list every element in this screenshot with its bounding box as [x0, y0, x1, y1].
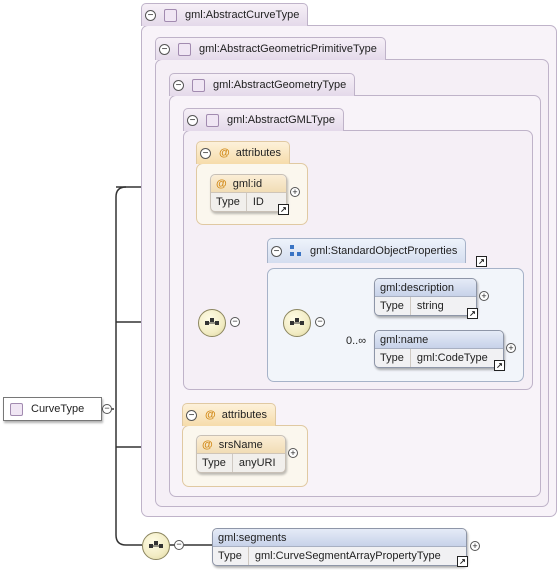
- collapse-icon[interactable]: −: [230, 317, 240, 327]
- type-label: Type: [380, 349, 411, 367]
- base-type-label: gml:AbstractCurveType: [185, 9, 300, 21]
- attribute-gml-id[interactable]: @ gml:id Type ID: [210, 174, 287, 212]
- collapse-icon[interactable]: −: [271, 245, 282, 257]
- link-arrow-icon[interactable]: ↗: [278, 204, 289, 215]
- group-icon: [290, 245, 301, 256]
- attribute-at-icon: @: [202, 438, 213, 451]
- type-label: Type: [202, 454, 233, 472]
- collapse-icon[interactable]: −: [200, 147, 211, 159]
- link-arrow-icon[interactable]: ↗: [457, 556, 468, 567]
- base-type-label: gml:AbstractGeometricPrimitiveType: [199, 43, 377, 55]
- expand-icon[interactable]: +: [479, 291, 489, 301]
- root-type-curve-type[interactable]: CurveType: [3, 397, 102, 421]
- attribute-type: ID: [252, 196, 264, 208]
- collapse-icon[interactable]: −: [173, 79, 184, 91]
- element-gml-name[interactable]: gml:name Type gml:CodeType: [374, 330, 504, 368]
- attribute-name: gml:id: [232, 177, 263, 190]
- sequence-glyph: [290, 318, 304, 325]
- base-type-tab-abstract-curve[interactable]: − gml:AbstractCurveType: [141, 3, 309, 26]
- element-gml-description[interactable]: gml:description Type string: [374, 278, 477, 316]
- sequence-icon: [198, 309, 226, 337]
- link-arrow-icon[interactable]: ↗: [476, 256, 487, 267]
- element-type: gml:CodeType: [416, 352, 488, 364]
- attributes-tab[interactable]: − @ attributes: [182, 403, 276, 426]
- attribute-at-icon: @: [219, 147, 230, 159]
- expand-icon[interactable]: +: [470, 541, 480, 551]
- base-type-label: gml:AbstractGeometryType: [213, 79, 347, 91]
- base-type-tab-abstract-gml[interactable]: − gml:AbstractGMLType: [183, 108, 344, 131]
- sequence-glyph: [205, 318, 219, 325]
- element-name: gml:description: [380, 281, 454, 294]
- collapse-icon[interactable]: −: [187, 114, 198, 126]
- expand-icon[interactable]: +: [290, 187, 300, 197]
- type-label: Type: [380, 297, 411, 315]
- complex-type-icon: [178, 42, 191, 56]
- attribute-at-icon: @: [205, 409, 216, 421]
- collapse-icon[interactable]: −: [159, 43, 170, 55]
- element-type: string: [416, 300, 444, 312]
- type-label: Type: [216, 193, 247, 211]
- complex-type-icon: [206, 113, 219, 127]
- link-arrow-icon[interactable]: ↗: [467, 308, 478, 319]
- attribute-srs-name[interactable]: @ srsName Type anyURI: [196, 435, 286, 473]
- attribute-at-icon: @: [216, 177, 227, 190]
- group-tab-standard-object-properties[interactable]: − gml:StandardObjectProperties: [267, 238, 467, 263]
- expand-icon[interactable]: +: [506, 343, 516, 353]
- sequence-glyph: [149, 541, 163, 548]
- collapse-icon[interactable]: −: [315, 317, 325, 327]
- root-label: CurveType: [31, 403, 85, 415]
- attribute-type: anyURI: [238, 457, 276, 469]
- base-type-tab-abstract-geometric-primitive[interactable]: − gml:AbstractGeometricPrimitiveType: [155, 37, 386, 60]
- collapse-icon[interactable]: −: [145, 9, 156, 21]
- attributes-label: attributes: [221, 409, 267, 421]
- expand-icon[interactable]: +: [288, 448, 298, 458]
- occurrence-label: 0..∞: [346, 335, 367, 347]
- complex-type-icon: [164, 8, 177, 22]
- element-type: gml:CurveSegmentArrayPropertyType: [254, 550, 441, 562]
- type-label: Type: [218, 547, 249, 565]
- attributes-tab[interactable]: − @ attributes: [196, 141, 290, 164]
- attributes-label: attributes: [235, 147, 281, 159]
- base-type-label: gml:AbstractGMLType: [227, 114, 335, 126]
- sequence-icon: [142, 532, 170, 560]
- group-label: gml:StandardObjectProperties: [310, 245, 458, 257]
- element-name: gml:segments: [218, 531, 287, 544]
- collapse-icon[interactable]: −: [102, 404, 112, 414]
- complex-type-icon: [10, 402, 23, 416]
- element-gml-segments[interactable]: gml:segments Type gml:CurveSegmentArrayPr…: [212, 528, 467, 566]
- link-arrow-icon[interactable]: ↗: [494, 360, 505, 371]
- base-type-tab-abstract-geometry[interactable]: − gml:AbstractGeometryType: [169, 73, 356, 96]
- collapse-icon[interactable]: −: [174, 540, 184, 550]
- element-name: gml:name: [380, 333, 429, 346]
- sequence-icon: [283, 309, 311, 337]
- complex-type-icon: [192, 78, 205, 92]
- attribute-name: srsName: [218, 438, 263, 451]
- collapse-icon[interactable]: −: [186, 409, 197, 421]
